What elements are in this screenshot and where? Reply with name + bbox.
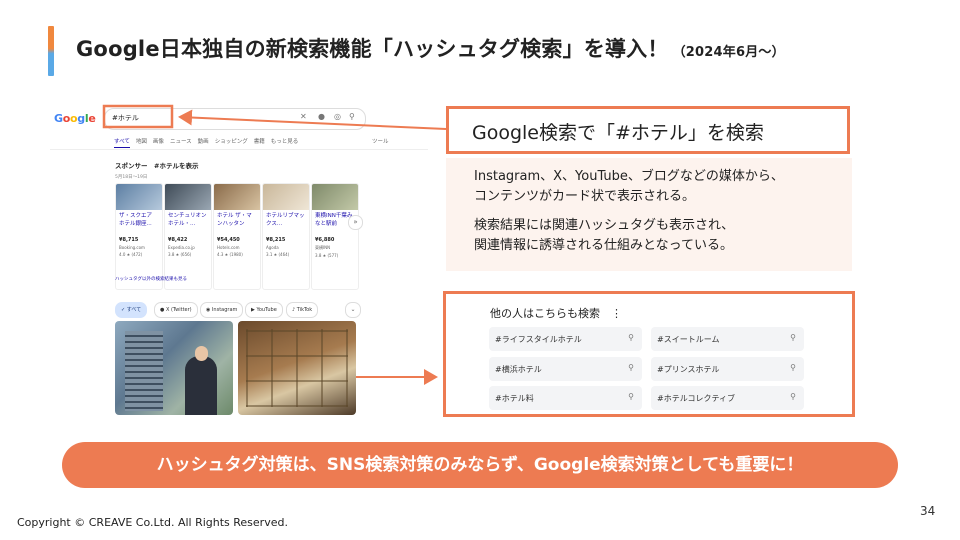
tab-more[interactable]: もっと見る xyxy=(271,139,299,145)
related-search-item[interactable]: #横浜ホテル ⚲ xyxy=(489,357,642,381)
search-callout-text: Google検索で「#ホテル」を検索 xyxy=(472,122,764,144)
hotel-site: 東横INN xyxy=(315,245,331,250)
chip-tiktok[interactable]: ♪ TikTok xyxy=(286,302,319,318)
search-icon: ⚲ xyxy=(790,333,796,342)
hotel-card[interactable]: ザ・スクエア ホテル銀座... ¥8,715 Booking.com 4.0 ★… xyxy=(115,183,163,290)
description-line: 関連情報に誘導される仕組みとなっている。 xyxy=(474,238,733,253)
hotel-rating: 3.1 ★ (464) xyxy=(266,252,290,257)
hotel-card[interactable]: ホテル ザ・マンハッタン ¥54,450 Hotels.com 4.3 ★ (1… xyxy=(213,183,261,290)
chevron-down-icon[interactable]: ⌄ xyxy=(345,302,361,318)
tab-books[interactable]: 書籍 xyxy=(254,139,265,145)
related-search-item[interactable]: #プリンスホテル ⚲ xyxy=(651,357,804,381)
chip-instagram[interactable]: ◉ Instagram xyxy=(200,302,244,318)
hotel-name: センチュリオン ホテル・... xyxy=(168,213,207,227)
hotel-site: Agoda xyxy=(266,245,279,250)
related-search-label: #ライフスタイルホテル xyxy=(495,335,582,344)
description-line: Instagram、X、YouTube、ブログなどの媒体から、 xyxy=(474,169,784,184)
chip-x[interactable]: ● X (Twitter) xyxy=(154,302,198,318)
search-icon: ⚲ xyxy=(790,392,796,401)
description-line: コンテンツがカード状で表示される。 xyxy=(474,189,696,204)
hotel-rating: 3.8 ★ (656) xyxy=(168,252,192,257)
divider xyxy=(50,149,428,150)
tools-link[interactable]: ツール xyxy=(372,137,389,145)
chevron-right-icon[interactable]: » xyxy=(348,215,363,230)
tab-images[interactable]: 画像 xyxy=(153,139,164,145)
mic-icon[interactable]: ● xyxy=(318,112,325,121)
related-search-label: #横浜ホテル xyxy=(495,365,542,374)
hotel-price: ¥8,215 xyxy=(266,237,286,243)
related-search-label: #スイートルーム xyxy=(657,335,720,344)
chip-youtube[interactable]: ▶ YouTube xyxy=(245,302,283,318)
hotel-image xyxy=(116,184,162,210)
related-search-item[interactable]: #ホテルコレクティブ ⚲ xyxy=(651,386,804,410)
chip-all[interactable]: ✓ すべて xyxy=(115,302,148,318)
clear-icon[interactable]: ✕ xyxy=(300,112,307,121)
hotel-image xyxy=(165,184,211,210)
sponsored-heading: スポンサー #ホテルを表示 xyxy=(115,162,199,170)
hotel-site: Hotels.com xyxy=(217,245,240,250)
page-title: Google日本独自の新検索機能「ハッシュタグ検索」を導入！ （2024年6月〜） xyxy=(76,37,785,61)
tab-all[interactable]: すべて xyxy=(114,139,130,148)
hotel-name: ホテルリブマックス... xyxy=(266,213,305,227)
search-icon[interactable]: ⚲ xyxy=(349,112,355,121)
search-query: #ホテル xyxy=(112,114,139,122)
related-search-label: #ホテル料 xyxy=(495,394,534,403)
google-search-screenshot: Google #ホテル ✕ ● ◎ ⚲ すべて 地図 画像 ニュース 動画 ショッピング書… xyxy=(50,100,428,415)
tab-maps[interactable]: 地図 xyxy=(136,139,147,145)
hotel-price: ¥8,715 xyxy=(119,237,139,243)
result-photo-room[interactable] xyxy=(238,321,356,415)
search-tabs: すべて 地図 画像 ニュース 動画 ショッピング 書籍 もっと見る xyxy=(114,137,304,148)
search-icon: ⚲ xyxy=(628,333,634,342)
hotel-price: ¥54,450 xyxy=(217,237,240,243)
related-searches-title: 他の人はこちらも検索 ⋮ xyxy=(490,307,622,320)
hotel-card[interactable]: 東横INN千葉みなと駅前 ¥6,880 東横INN 3.8 ★ (577) xyxy=(311,183,359,290)
hotel-site: Booking.com xyxy=(119,245,145,250)
search-icon: ⚲ xyxy=(628,392,634,401)
tab-videos[interactable]: 動画 xyxy=(198,139,209,145)
related-search-label: #プリンスホテル xyxy=(657,365,720,374)
page-number: 34 xyxy=(920,504,936,518)
hotel-rating: 3.8 ★ (577) xyxy=(315,253,339,258)
related-search-item[interactable]: #スイートルーム ⚲ xyxy=(651,327,804,351)
hotel-price: ¥8,422 xyxy=(168,237,188,243)
related-search-item[interactable]: #ホテル料 ⚲ xyxy=(489,386,642,410)
lens-icon[interactable]: ◎ xyxy=(334,112,341,121)
hotel-image xyxy=(312,184,358,210)
hotel-price: ¥6,880 xyxy=(315,237,335,243)
page-subtitle: （2024年6月〜） xyxy=(672,45,785,60)
hotel-image xyxy=(263,184,309,210)
description-line: 検索結果には関連ハッシュタグも表示され、 xyxy=(474,218,735,233)
copyright: Copyright © CREAVE Co.Ltd. All Rights Re… xyxy=(17,516,288,529)
tab-shopping[interactable]: ショッピング xyxy=(215,139,248,145)
related-search-item[interactable]: #ライフスタイルホテル ⚲ xyxy=(489,327,642,351)
hotel-name: ホテル ザ・マンハッタン xyxy=(217,213,252,227)
google-search-box[interactable] xyxy=(104,108,366,130)
hotel-card[interactable]: センチュリオン ホテル・... ¥8,422 Expedia.co.jp 3.8… xyxy=(164,183,212,290)
hotel-rating: 4.0 ★ (472) xyxy=(119,252,143,257)
date-range: 5月18日〜19日 xyxy=(115,175,148,180)
hotel-name: ザ・スクエア ホテル銀座... xyxy=(119,213,153,227)
related-search-label: #ホテルコレクティブ xyxy=(657,394,736,403)
search-icon: ⚲ xyxy=(790,363,796,372)
tab-news[interactable]: ニュース xyxy=(170,139,192,145)
hotel-rating: 4.3 ★ (1980) xyxy=(217,252,243,257)
conclusion-text: ハッシュタグ対策は、SNS検索対策のみならず、Google検索対策としても重要に… xyxy=(156,455,804,475)
hotel-image xyxy=(214,184,260,210)
result-photo-building[interactable] xyxy=(115,321,233,415)
title-accent-bar xyxy=(48,26,54,76)
google-logo: Google xyxy=(54,112,96,125)
non-hashtag-results-link[interactable]: ハッシュタグ以外の検索結果も見る xyxy=(115,276,187,282)
hotel-card[interactable]: ホテルリブマックス... ¥8,215 Agoda 3.1 ★ (464) xyxy=(262,183,310,290)
hotel-site: Expedia.co.jp xyxy=(168,245,195,250)
search-icon: ⚲ xyxy=(628,363,634,372)
